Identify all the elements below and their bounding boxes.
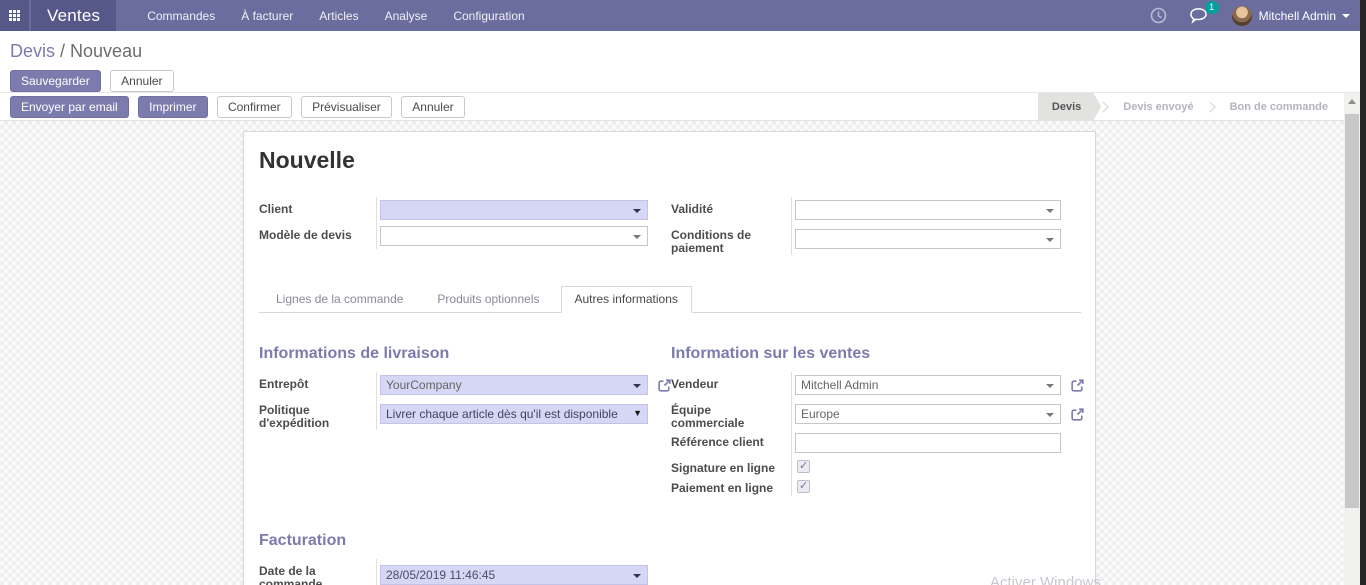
customer-reference-input[interactable] (795, 433, 1061, 453)
breadcrumb-current: Nouveau (70, 41, 143, 61)
tab-produits-optionnels[interactable]: Produits optionnels (424, 287, 552, 312)
validity-label: Validité (671, 202, 714, 216)
chevron-down-icon (1342, 13, 1350, 18)
action-buttons: Envoyer par email Imprimer Confirmer Pré… (10, 95, 470, 118)
status-step-bon-de-commande[interactable]: Bon de commande (1216, 93, 1342, 121)
online-signature-checkbox[interactable] (797, 459, 810, 473)
order-date-field[interactable]: 28/05/2019 11:46:45 (380, 565, 648, 585)
preview-button[interactable]: Prévisualiser (301, 95, 392, 118)
app-name[interactable]: Ventes (31, 0, 117, 31)
windows-activation-watermark: Activer Windows (990, 574, 1101, 585)
sales-section: Information sur les ventes Vendeur Mitch… (671, 345, 1085, 496)
right-field-group: Validité Conditions de paiement (671, 197, 1081, 255)
sales-team-field[interactable]: Europe (795, 404, 1061, 424)
apps-menu-button[interactable] (0, 0, 29, 31)
user-avatar[interactable] (1231, 5, 1252, 26)
quotation-template-field[interactable] (380, 226, 648, 246)
delivery-section: Informations de livraison Entrepôt YourC… (259, 345, 671, 496)
statusbar: Envoyer par email Imprimer Confirmer Pré… (0, 93, 1366, 121)
chevron-right-icon (1097, 100, 1109, 113)
salesperson-field[interactable]: Mitchell Admin (795, 375, 1061, 395)
notebook-tabs: Lignes de la commande Produits optionnel… (259, 286, 1081, 313)
payment-terms-label: Conditions de paiement (671, 228, 751, 255)
sales-section-title: Information sur les ventes (671, 345, 871, 362)
shipping-policy-select[interactable]: Livrer chaque article dès qu'il est disp… (380, 404, 648, 424)
invoicing-section: Facturation Date de la commande 28/05/20… (259, 532, 671, 585)
send-email-button[interactable]: Envoyer par email (10, 95, 129, 118)
discard-button[interactable]: Annuler (110, 70, 174, 92)
apps-grid-icon (9, 10, 20, 21)
breadcrumb: Devis / Nouveau (10, 41, 1366, 62)
menu-configuration[interactable]: Configuration (440, 0, 537, 31)
order-date-label: Date de la commande (259, 564, 323, 585)
user-menu[interactable]: Mitchell Admin (1259, 9, 1336, 23)
menu-analyse[interactable]: Analyse (372, 0, 441, 31)
breadcrumb-separator: / (55, 41, 71, 61)
select-arrow-icon: ▼ (633, 408, 642, 418)
client-label: Client (259, 202, 293, 216)
top-navbar: Ventes Commandes À facturer Articles Ana… (0, 0, 1366, 31)
menu-commandes[interactable]: Commandes (134, 0, 228, 31)
content-area: Nouvelle Client Modèle de devis Validité… (0, 121, 1366, 585)
activities-clock-icon[interactable] (1150, 7, 1167, 24)
shipping-policy-label: Politique d'expédition (259, 403, 330, 430)
save-button[interactable]: Sauvegarder (10, 70, 101, 92)
scrollbar-thumb[interactable] (1345, 114, 1359, 508)
form-sheet: Nouvelle Client Modèle de devis Validité… (243, 131, 1096, 585)
messages-icon[interactable]: 1 (1189, 1, 1219, 24)
confirm-button[interactable]: Confirmer (216, 95, 292, 118)
print-button[interactable]: Imprimer (138, 95, 208, 118)
sales-team-label: Équipe commerciale (671, 403, 745, 430)
record-title: Nouvelle (259, 147, 355, 173)
online-payment-label: Paiement en ligne (671, 481, 774, 495)
top-field-groups: Client Modèle de devis Validité Conditio… (259, 197, 1081, 255)
triangle-up-icon (1348, 98, 1356, 104)
screen-right-edge (1360, 0, 1366, 585)
scrollbar-up-arrow[interactable] (1344, 93, 1360, 109)
status-pipeline: Devis Devis envoyé Bon de commande (1038, 93, 1342, 121)
tab-autres-informations[interactable]: Autres informations (560, 286, 692, 313)
invoicing-section-title: Facturation (259, 532, 347, 549)
online-signature-label: Signature en ligne (671, 461, 776, 475)
warehouse-field[interactable]: YourCompany (380, 375, 648, 395)
menu-a-facturer[interactable]: À facturer (228, 0, 306, 31)
edit-controls: Sauvegarder Annuler (10, 70, 1366, 92)
status-step-devis[interactable]: Devis (1038, 93, 1101, 121)
salesperson-label: Vendeur (671, 377, 719, 391)
left-field-group: Client Modèle de devis (259, 197, 671, 255)
tab-page-autres-informations: Informations de livraison Entrepôt YourC… (259, 345, 1084, 585)
warehouse-label: Entrepôt (259, 377, 309, 391)
messages-badge: 1 (1204, 1, 1219, 14)
tab-lignes-de-la-commande[interactable]: Lignes de la commande (263, 287, 416, 312)
cancel-button[interactable]: Annuler (401, 95, 465, 118)
payment-terms-field[interactable] (795, 229, 1061, 249)
online-payment-checkbox[interactable] (797, 479, 810, 493)
status-step-devis-envoye[interactable]: Devis envoyé (1109, 93, 1207, 121)
vertical-scrollbar[interactable] (1344, 93, 1360, 585)
external-link-icon[interactable] (1070, 407, 1085, 422)
main-menu: Commandes À facturer Articles Analyse Co… (134, 0, 538, 31)
breadcrumb-parent-link[interactable]: Devis (10, 41, 55, 61)
quotation-template-label: Modèle de devis (259, 228, 352, 242)
breadcrumb-bar: Devis / Nouveau Sauvegarder Annuler (0, 31, 1366, 93)
delivery-section-title: Informations de livraison (259, 345, 450, 362)
nav-right: 1 Mitchell Admin (1128, 0, 1366, 31)
customer-reference-label: Référence client (671, 435, 764, 449)
validity-field[interactable] (795, 200, 1061, 220)
menu-articles[interactable]: Articles (306, 0, 371, 31)
external-link-icon[interactable] (1070, 378, 1085, 393)
client-field[interactable] (380, 200, 648, 220)
external-link-icon[interactable] (657, 378, 672, 393)
